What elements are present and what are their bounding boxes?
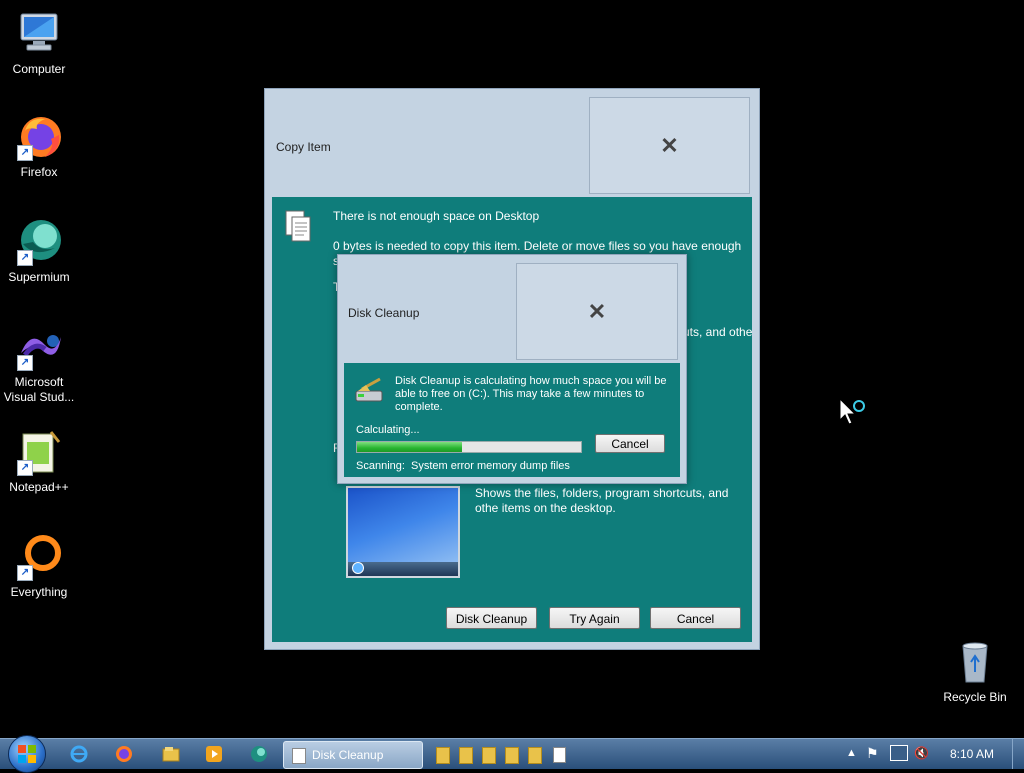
folder-icon[interactable] bbox=[459, 747, 473, 764]
desktop-icon-label: Computer bbox=[12, 62, 66, 76]
scanning-value: System error memory dump files bbox=[411, 460, 570, 472]
folder-icon[interactable] bbox=[482, 747, 496, 764]
desktop-description: Shows the files, folders, program shortc… bbox=[475, 486, 729, 515]
media-player-icon[interactable] bbox=[205, 745, 223, 763]
dialog-title: Copy Item bbox=[276, 140, 331, 154]
desktop-icon-label: Microsoft Visual Stud... bbox=[3, 375, 75, 404]
desktop-icon-label: Supermium bbox=[8, 270, 70, 284]
clock[interactable]: 8:10 AM bbox=[950, 747, 994, 761]
cleanup-message: Disk Cleanup is calculating how much spa… bbox=[395, 375, 667, 413]
dialog-content: Disk Cleanup is calculating how much spa… bbox=[344, 363, 680, 477]
shortcut-arrow-icon: ↗ bbox=[17, 460, 33, 476]
desktop-icon-label: Everything bbox=[10, 585, 68, 599]
network-icon[interactable] bbox=[890, 745, 908, 761]
desktop-icon-label: Firefox bbox=[20, 165, 58, 179]
desktop-thumbnail bbox=[346, 486, 460, 578]
document-icon bbox=[284, 209, 311, 242]
folder-icon[interactable] bbox=[505, 747, 519, 764]
supermium-icon: ↗ bbox=[15, 218, 63, 266]
show-hidden-icons-icon[interactable]: ▲ bbox=[846, 747, 857, 759]
close-icon: ✕ bbox=[587, 298, 607, 324]
everything-search-icon: ↗ bbox=[15, 533, 63, 581]
message-partial-right: cuts, and othe bbox=[677, 325, 752, 339]
shortcut-arrow-icon: ↗ bbox=[17, 145, 33, 161]
supermium-taskbar-icon[interactable] bbox=[250, 745, 268, 763]
shortcut-arrow-icon: ↗ bbox=[17, 250, 33, 266]
cancel-button[interactable]: Cancel bbox=[650, 607, 741, 629]
calculating-label: Calculating... bbox=[356, 424, 420, 436]
computer-icon bbox=[15, 10, 63, 58]
document-icon[interactable] bbox=[553, 747, 566, 763]
folder-icon[interactable] bbox=[528, 747, 542, 764]
desktop-icon-firefox[interactable]: ↗ Firefox bbox=[0, 113, 78, 180]
message-body: 0 bytes is needed to copy this item. Del… bbox=[333, 239, 742, 253]
disk-cleanup-icon bbox=[354, 377, 386, 405]
recycle-bin-icon bbox=[951, 638, 999, 686]
firefox-taskbar-icon[interactable] bbox=[115, 745, 133, 763]
desktop-icon-supermium[interactable]: ↗ Supermium bbox=[0, 218, 78, 285]
scanning-label: Scanning: bbox=[356, 460, 405, 472]
internet-explorer-icon[interactable] bbox=[70, 745, 88, 763]
visual-studio-icon: ↗ bbox=[15, 323, 63, 371]
action-center-flag-icon[interactable]: ⚑ bbox=[866, 745, 879, 762]
desktop-icon-label: Recycle Bin bbox=[943, 690, 1007, 704]
shortcut-arrow-icon: ↗ bbox=[17, 565, 33, 581]
taskbar-button-label: Disk Cleanup bbox=[312, 748, 384, 762]
shortcut-arrow-icon: ↗ bbox=[17, 355, 33, 371]
progress-bar bbox=[356, 441, 582, 453]
desktop-icon-everything[interactable]: ↗ Everything bbox=[0, 533, 78, 600]
show-desktop-button[interactable] bbox=[1012, 739, 1024, 769]
taskbar-button-disk-cleanup[interactable]: Disk Cleanup bbox=[283, 741, 423, 769]
desktop-icon-computer[interactable]: Computer bbox=[0, 10, 78, 77]
close-button[interactable]: ✕ bbox=[516, 263, 678, 360]
folder-icon[interactable] bbox=[436, 747, 450, 764]
message-title: There is not enough space on Desktop bbox=[333, 209, 540, 223]
file-explorer-icon[interactable] bbox=[162, 745, 180, 763]
cancel-button[interactable]: Cancel bbox=[595, 434, 665, 453]
dialog-title: Disk Cleanup bbox=[348, 306, 420, 320]
desktop-icon-recycle-bin[interactable]: Recycle Bin bbox=[936, 638, 1014, 705]
close-button[interactable]: ✕ bbox=[589, 97, 750, 194]
try-again-button[interactable]: Try Again bbox=[549, 607, 640, 629]
disk-cleanup-button[interactable]: Disk Cleanup bbox=[446, 607, 537, 629]
volume-muted-icon[interactable]: 🔇 bbox=[914, 746, 929, 760]
disk-cleanup-dialog: Disk Cleanup ✕ Disk Cleanup is calculati… bbox=[337, 254, 687, 484]
progress-fill bbox=[357, 442, 463, 452]
start-orb-icon bbox=[352, 562, 364, 574]
desktop-icon-notepadpp[interactable]: ↗ Notepad++ bbox=[0, 428, 78, 495]
desktop-icon-label: Notepad++ bbox=[9, 480, 69, 494]
desktop-icon-visual-studio[interactable]: ↗ Microsoft Visual Stud... bbox=[0, 323, 78, 405]
windows-logo-icon bbox=[18, 745, 36, 763]
busy-cursor-icon bbox=[838, 397, 870, 430]
document-icon bbox=[292, 748, 306, 764]
firefox-icon: ↗ bbox=[15, 113, 63, 161]
close-icon: ✕ bbox=[660, 132, 679, 158]
taskbar: Disk Cleanup ▲ ⚑ 🔇 8:10 AM bbox=[0, 735, 1024, 773]
notepad-plus-plus-icon: ↗ bbox=[15, 428, 63, 476]
start-button[interactable] bbox=[8, 735, 46, 773]
